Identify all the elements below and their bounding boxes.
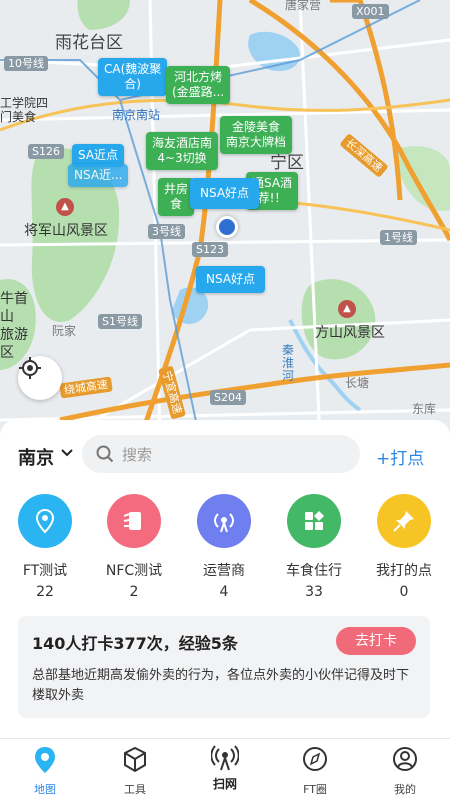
map-pin-icon (35, 747, 55, 773)
map-pin[interactable]: NSA近... (68, 164, 129, 187)
tab-scan[interactable]: 扫网 (185, 739, 265, 801)
place-qinhuaihe: 秦淮河 (282, 343, 295, 383)
place-ruanjia: 阮家 (52, 324, 77, 338)
checkin-card: 140人打卡377次，经验5条 去打卡 总部基地近期高发偷外卖的行为，各位点外卖… (18, 616, 430, 718)
shortcut-food-travel[interactable]: 车食住行 33 (274, 494, 354, 600)
tab-map[interactable]: 地图 (5, 739, 85, 801)
map-pin[interactable]: CA(魏波聚 合) (98, 58, 168, 96)
map-pin[interactable]: NSA好点 (190, 178, 260, 209)
shortcut-label: FT测试 (22, 563, 68, 579)
shortcut-ft-test[interactable]: FT测试 22 (5, 494, 85, 600)
road-label: 3号线 (148, 224, 185, 239)
map-pin[interactable]: 海友酒店南 4~3切换 (146, 132, 219, 170)
road-label: 10号线 (4, 56, 48, 71)
tab-tools[interactable]: 工具 (95, 739, 175, 801)
place-gongxueyuan: 工学院四 门美食 (0, 96, 49, 124)
bottom-sheet: 南京 +打点 FT测试 22 NFC测试 2 运营商 4 车食 (0, 420, 450, 738)
crosshair-icon (19, 357, 41, 379)
place-tangjiaying: 唐家营 (285, 0, 322, 12)
shortcut-count: 2 (129, 584, 139, 600)
compass-icon (303, 747, 327, 771)
tab-ft-circle[interactable]: FT圈 (275, 739, 355, 801)
station-nanjing-south: 南京南站 (112, 108, 161, 122)
place-jiangjunshan: 将军山风景区 (24, 223, 108, 239)
place-dongku: 东库 (412, 402, 437, 416)
user-icon (393, 747, 417, 771)
signal-tower-icon (197, 494, 251, 548)
checkin-stats: 140人打卡377次，经验5条 (32, 634, 238, 653)
tab-label: 工具 (124, 783, 146, 796)
pushpin-icon (377, 494, 431, 548)
shortcut-label: 运营商 (203, 563, 245, 579)
shortcut-count: 0 (399, 584, 409, 600)
map-pin[interactable]: 金陵美食 南京大牌档 (220, 116, 293, 154)
shortcut-count: 4 (219, 584, 229, 600)
scenic-spot-icon: ▲ (56, 198, 74, 216)
current-location-dot (216, 216, 238, 238)
road-label: S123 (192, 242, 228, 257)
tab-label: FT圈 (303, 783, 327, 796)
map-pin[interactable]: 河北方烤 (金盛路... (166, 66, 231, 104)
chevron-down-icon[interactable] (60, 446, 74, 460)
map-pin[interactable]: 井房 食 (158, 178, 195, 216)
search-input[interactable] (120, 435, 344, 475)
shortcut-label: 车食住行 (286, 563, 342, 579)
locate-me-button[interactable] (18, 356, 62, 400)
shortcut-operator[interactable]: 运营商 4 (184, 494, 264, 600)
tab-label: 我的 (394, 783, 416, 796)
scenic-spot-icon: ▲ (338, 300, 356, 318)
road-label: 1号线 (380, 230, 417, 245)
tab-label: 地图 (34, 783, 56, 796)
shortcut-label: 我打的点 (376, 563, 432, 579)
shortcut-count: 33 (305, 584, 323, 600)
place-yuhuatai: 雨花台区 (55, 33, 123, 53)
location-pin-icon (18, 494, 72, 548)
add-spot-button[interactable]: +打点 (376, 444, 424, 469)
shortcut-nfc-test[interactable]: NFC测试 2 (94, 494, 174, 600)
road-label: S1号线 (98, 314, 142, 329)
bottom-tab-bar: 地图 工具 扫网 FT圈 我的 (0, 738, 450, 801)
place-niushoushan: 牛首山 旅游区 (0, 291, 28, 361)
tab-me[interactable]: 我的 (365, 739, 445, 801)
map-pin[interactable]: NSA好点 (196, 266, 266, 293)
antenna-icon (211, 745, 239, 771)
search-icon (96, 445, 114, 463)
grid-icon (287, 494, 341, 548)
nfc-card-icon (107, 494, 161, 548)
checkin-button[interactable]: 去打卡 (336, 627, 416, 655)
road-label: S204 (210, 390, 246, 405)
search-bar[interactable] (82, 435, 360, 475)
road-label: X001 (352, 4, 389, 19)
place-fangshan: 方山风景区 (315, 325, 385, 341)
road-label: S126 (28, 144, 64, 159)
shortcut-label: NFC测试 (105, 563, 163, 579)
shortcut-my-spots[interactable]: 我打的点 0 (364, 494, 444, 600)
cube-icon (124, 746, 146, 773)
tab-label: 扫网 (212, 777, 237, 791)
map-view[interactable]: 雨花台区 将军山风景区 牛首山 旅游区 方山风景区 阮家 长塘 东库 秦淮河 工… (0, 0, 450, 440)
place-changtang: 长塘 (345, 376, 370, 390)
city-selector[interactable]: 南京 (18, 444, 54, 470)
checkin-notice: 总部基地近期高发偷外卖的行为，各位点外卖的小伙伴记得及时下楼取外卖 (32, 668, 410, 703)
shortcut-count: 22 (36, 584, 54, 600)
